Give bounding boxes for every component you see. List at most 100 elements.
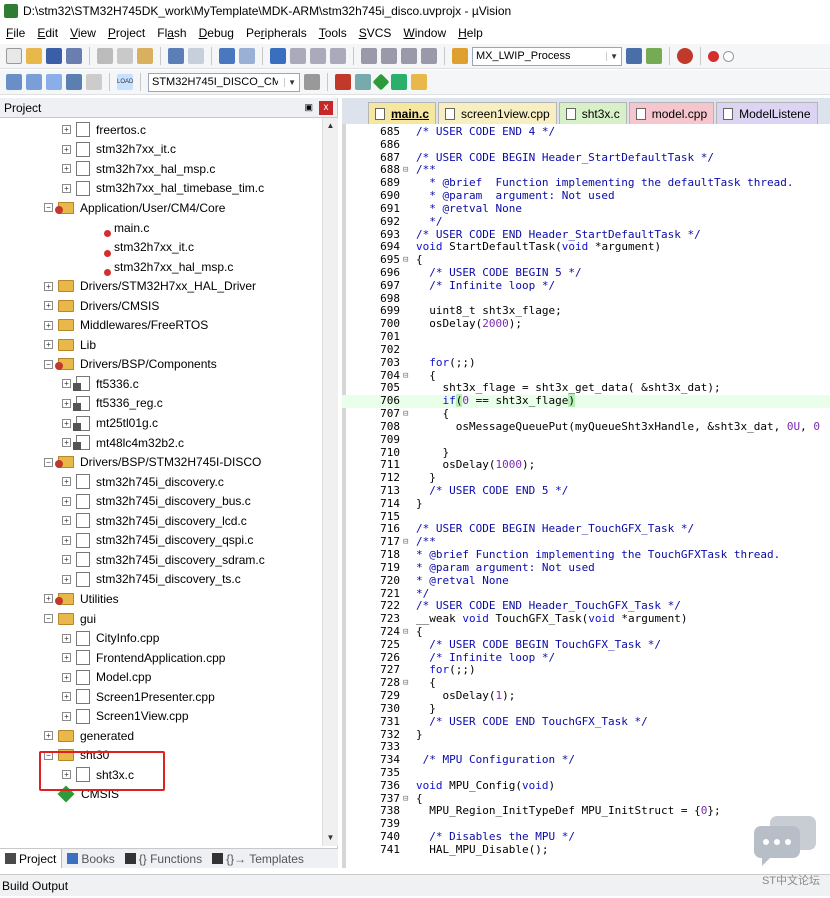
pin-icon[interactable]: ▣ [304, 102, 313, 113]
expand-icon[interactable]: + [62, 164, 71, 174]
nav-forward-icon[interactable] [239, 48, 255, 64]
bookmark-icon[interactable] [270, 48, 286, 64]
expand-icon[interactable]: + [62, 398, 71, 408]
menu-file[interactable]: File [0, 26, 31, 40]
tree-item[interactable]: + mt25tl01g.c [62, 413, 158, 433]
target-combo[interactable]: STM32H745I_DISCO_CM7 ▼ [148, 72, 300, 92]
expand-icon[interactable]: + [62, 535, 71, 545]
find-icon[interactable] [626, 48, 642, 64]
tree-vertical-scrollbar[interactable]: ▲ ▼ [322, 118, 338, 846]
tree-item[interactable]: + generated [44, 726, 134, 746]
collapse-icon[interactable]: − [44, 359, 53, 369]
tree-item[interactable]: + Screen1View.cpp [62, 707, 189, 727]
find-in-files-icon[interactable] [452, 48, 468, 64]
expand-icon[interactable]: + [62, 672, 71, 682]
tree-item[interactable]: − Drivers/BSP/Components [44, 355, 217, 375]
next-bookmark-icon[interactable] [310, 48, 326, 64]
breakpoint-icon[interactable] [708, 50, 719, 62]
prev-bookmark-icon[interactable] [290, 48, 306, 64]
bottom-tab[interactable]: {} Functions [120, 849, 207, 868]
code-line[interactable]: 708 osMessageQueuePut(myQueueSht3xHandle… [342, 420, 830, 434]
tree-item[interactable]: + stm32h745i_discovery.c [62, 472, 224, 492]
fold-collapse-icon[interactable]: ⊟ [403, 793, 413, 806]
fold-collapse-icon[interactable]: ⊟ [403, 408, 413, 421]
code-line[interactable]: 700 osDelay(2000); [342, 317, 830, 331]
menu-project[interactable]: Project [102, 26, 151, 40]
clear-bookmarks-icon[interactable] [330, 48, 346, 64]
collapse-icon[interactable]: − [44, 457, 53, 467]
tree-item[interactable]: + freertos.c [62, 120, 146, 140]
fold-collapse-icon[interactable]: ⊟ [403, 164, 413, 177]
expand-icon[interactable]: + [62, 516, 71, 526]
select-packs-icon[interactable] [391, 74, 407, 90]
batch-build-icon[interactable] [66, 74, 82, 90]
expand-icon[interactable]: + [44, 320, 53, 330]
expand-icon[interactable]: + [44, 301, 53, 311]
editor-tab[interactable]: screen1view.cpp [438, 102, 557, 124]
tree-item[interactable]: − Drivers/BSP/STM32H745I-DISCO [44, 452, 261, 472]
save-all-icon[interactable] [66, 48, 82, 64]
tree-item[interactable]: + Lib [44, 335, 96, 355]
tree-item[interactable]: + stm32h745i_discovery_ts.c [62, 570, 241, 590]
tree-item[interactable]: + ft5336.c [62, 374, 139, 394]
bottom-tab[interactable]: {}→ Templates [207, 849, 309, 868]
nav-back-icon[interactable] [219, 48, 235, 64]
pack-installer-icon[interactable] [372, 73, 390, 91]
copy-icon[interactable] [117, 48, 133, 64]
expand-icon[interactable]: + [44, 594, 53, 604]
load-icon[interactable]: LOAD [117, 74, 133, 90]
collapse-icon[interactable]: − [44, 614, 53, 623]
save-icon[interactable] [46, 48, 62, 64]
debug-zoom-icon[interactable] [677, 48, 693, 64]
editor-tab[interactable]: model.cpp [628, 102, 715, 124]
expand-icon[interactable]: + [62, 144, 71, 154]
menu-window[interactable]: Window [397, 26, 452, 40]
tree-item[interactable]: + Model.cpp [62, 667, 151, 687]
open-folder-icon[interactable] [26, 48, 42, 64]
collapse-icon[interactable]: − [44, 203, 53, 213]
editor-tab[interactable]: main.c [368, 102, 437, 124]
expand-icon[interactable]: + [62, 418, 71, 428]
menu-edit[interactable]: Edit [31, 26, 64, 40]
tree-item[interactable]: + Drivers/CMSIS [44, 296, 159, 316]
fold-collapse-icon[interactable]: ⊟ [403, 677, 413, 690]
code-line[interactable]: 697 /* Infinite loop */ [342, 279, 830, 293]
cut-icon[interactable] [97, 48, 113, 64]
tree-item[interactable]: stm32h7xx_it.c [80, 237, 194, 257]
tree-item[interactable]: − gui [44, 609, 96, 629]
incremental-find-icon[interactable] [646, 48, 662, 64]
tree-item[interactable]: + stm32h745i_discovery_qspi.c [62, 531, 253, 551]
expand-icon[interactable]: + [44, 281, 53, 291]
fold-collapse-icon[interactable]: ⊟ [403, 254, 413, 267]
indent-icon[interactable] [361, 48, 377, 64]
code-line[interactable]: 701 [342, 330, 830, 344]
breakpoint-disable-icon[interactable] [723, 50, 734, 62]
code-line[interactable]: 734 /* MPU Configuration */ [342, 753, 830, 767]
menu-help[interactable]: Help [452, 26, 489, 40]
expand-icon[interactable]: + [44, 731, 53, 741]
tree-item[interactable]: + Utilities [44, 589, 119, 609]
expand-icon[interactable]: + [62, 653, 71, 663]
expand-icon[interactable]: + [62, 438, 71, 448]
expand-icon[interactable]: + [44, 340, 53, 350]
expand-icon[interactable]: + [62, 379, 71, 389]
undo-icon[interactable] [168, 48, 184, 64]
tree-item[interactable]: + Drivers/STM32H7xx_HAL_Driver [44, 276, 256, 296]
tree-item[interactable]: + CityInfo.cpp [62, 628, 159, 648]
manage-rte-icon[interactable] [355, 74, 371, 90]
tree-item[interactable]: + stm32h7xx_hal_timebase_tim.c [62, 179, 264, 199]
tree-item[interactable]: + ft5336_reg.c [62, 394, 163, 414]
tree-item[interactable]: stm32h7xx_hal_msp.c [80, 257, 233, 277]
expand-icon[interactable]: + [62, 574, 71, 584]
code-editor[interactable]: 685/* USER CODE END 4 */686 687/* USER CO… [342, 124, 830, 868]
menu-flash[interactable]: Flash [151, 26, 192, 40]
menu-debug[interactable]: Debug [193, 26, 240, 40]
uncomment-icon[interactable] [421, 48, 437, 64]
expand-icon[interactable]: + [62, 711, 71, 721]
tree-item[interactable]: + stm32h745i_discovery_bus.c [62, 491, 251, 511]
expand-icon[interactable]: + [62, 496, 71, 506]
tree-item[interactable]: main.c [80, 218, 149, 238]
new-file-icon[interactable] [6, 48, 22, 64]
fold-collapse-icon[interactable]: ⊟ [403, 626, 413, 639]
expand-icon[interactable]: + [62, 477, 71, 487]
